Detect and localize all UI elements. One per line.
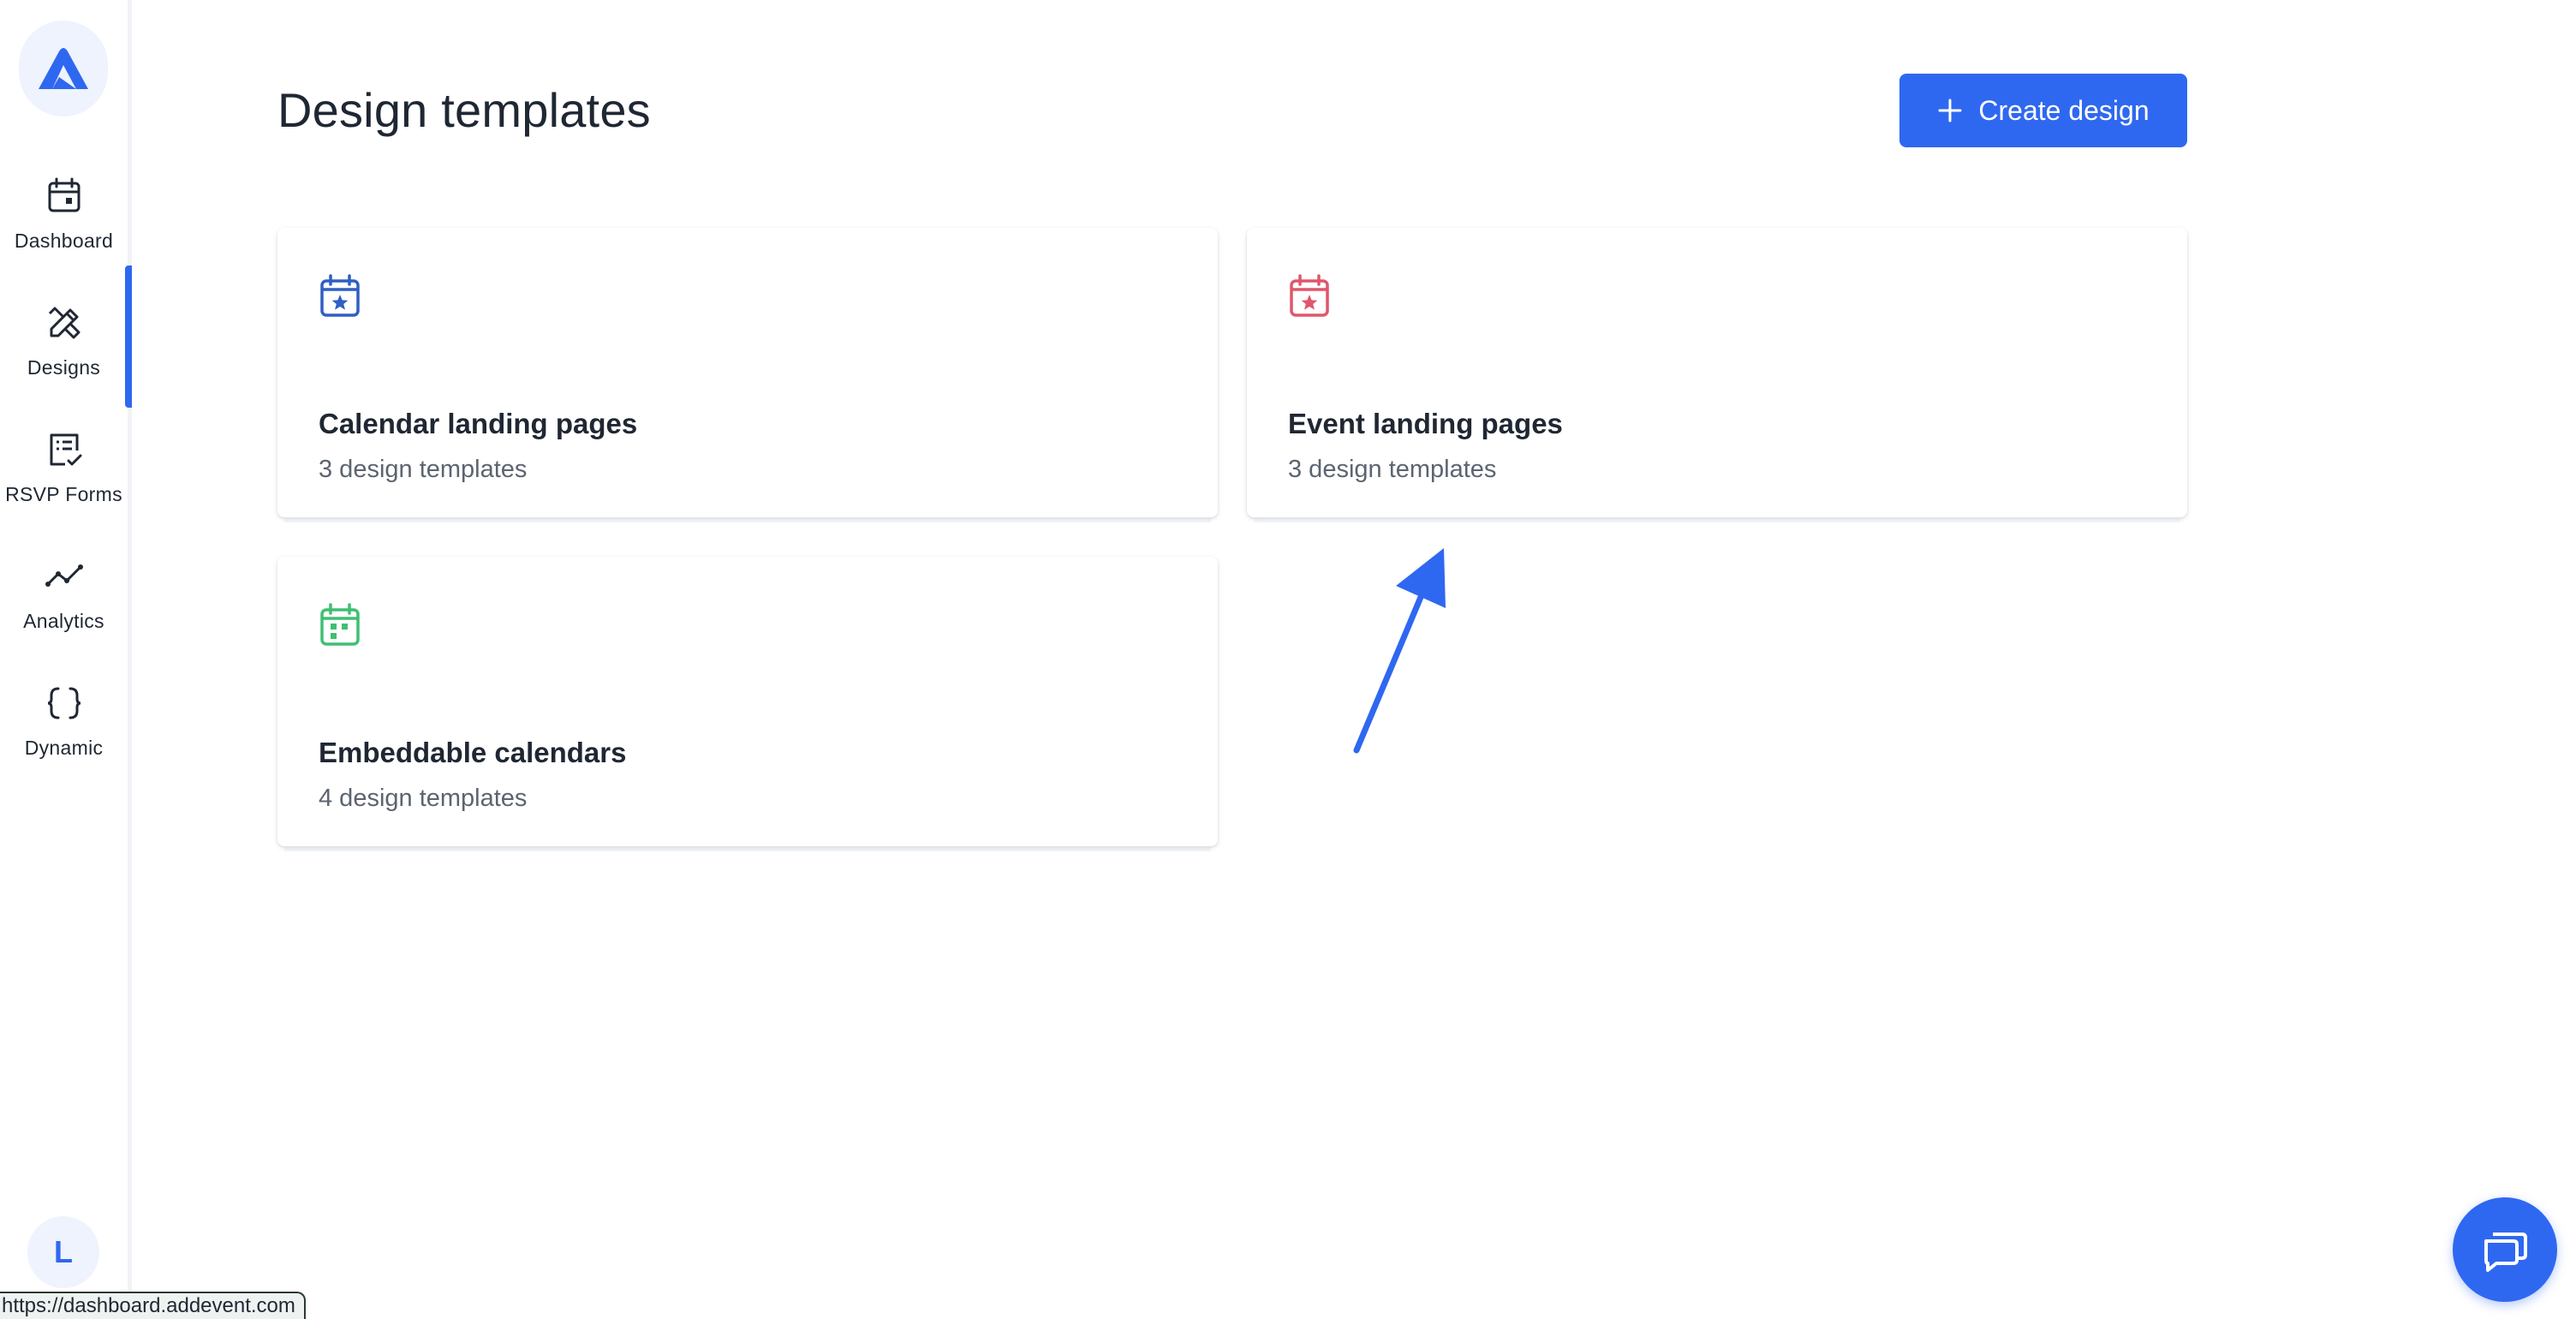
chart-line-icon: [45, 564, 83, 587]
sidebar-item-dashboard[interactable]: Dashboard: [0, 161, 128, 272]
calendar-icon: [48, 177, 80, 212]
plus-icon: [1938, 98, 1962, 122]
user-avatar[interactable]: L: [27, 1216, 99, 1288]
sidebar-item-label: Designs: [27, 356, 101, 379]
sidebar-item-label: Analytics: [23, 610, 104, 632]
design-tools-icon: [48, 307, 80, 339]
sidebar-item-dynamic[interactable]: Dynamic: [0, 668, 128, 779]
sidebar: Dashboard Designs RSVP Forms Analytics D…: [0, 0, 132, 1319]
card-title: Event landing pages: [1288, 408, 1563, 439]
sidebar-item-label: Dashboard: [14, 230, 114, 252]
template-card-event-landing-pages[interactable]: Event landing pages 3 design templates: [1247, 228, 2187, 517]
create-design-label: Create design: [1978, 94, 2150, 126]
sidebar-item-designs[interactable]: Designs: [0, 288, 128, 399]
calendar-star-icon: [320, 274, 360, 317]
app-logo[interactable]: [19, 21, 108, 116]
braces-icon: [47, 687, 80, 719]
calendar-grid-icon: [320, 603, 360, 646]
card-subtitle: 3 design templates: [1288, 456, 1497, 483]
chat-bubble-icon: [2484, 1232, 2527, 1272]
logo-icon: [39, 48, 88, 89]
sidebar-item-label: RSVP Forms: [5, 483, 122, 505]
chat-support-button[interactable]: [2453, 1197, 2557, 1302]
annotation-arrow-icon: [1353, 548, 1446, 754]
card-subtitle: 4 design templates: [319, 785, 528, 812]
card-title: Calendar landing pages: [319, 408, 638, 439]
card-title: Embeddable calendars: [319, 737, 627, 768]
calendar-star-icon: [1290, 274, 1329, 317]
status-bar-url: https://dashboard.addevent.com: [0, 1292, 306, 1319]
active-indicator: [125, 266, 132, 408]
page-title: Design templates: [277, 83, 651, 137]
template-card-calendar-landing-pages[interactable]: Calendar landing pages 3 design template…: [277, 228, 1218, 517]
card-subtitle: 3 design templates: [319, 456, 528, 483]
form-check-icon: [50, 433, 81, 466]
sidebar-item-analytics[interactable]: Analytics: [0, 541, 128, 653]
sidebar-item-label: Dynamic: [24, 737, 104, 759]
create-design-button[interactable]: Create design: [1899, 74, 2187, 147]
sidebar-item-rsvp-forms[interactable]: RSVP Forms: [0, 415, 128, 526]
template-card-embeddable-calendars[interactable]: Embeddable calendars 4 design templates: [277, 557, 1218, 846]
